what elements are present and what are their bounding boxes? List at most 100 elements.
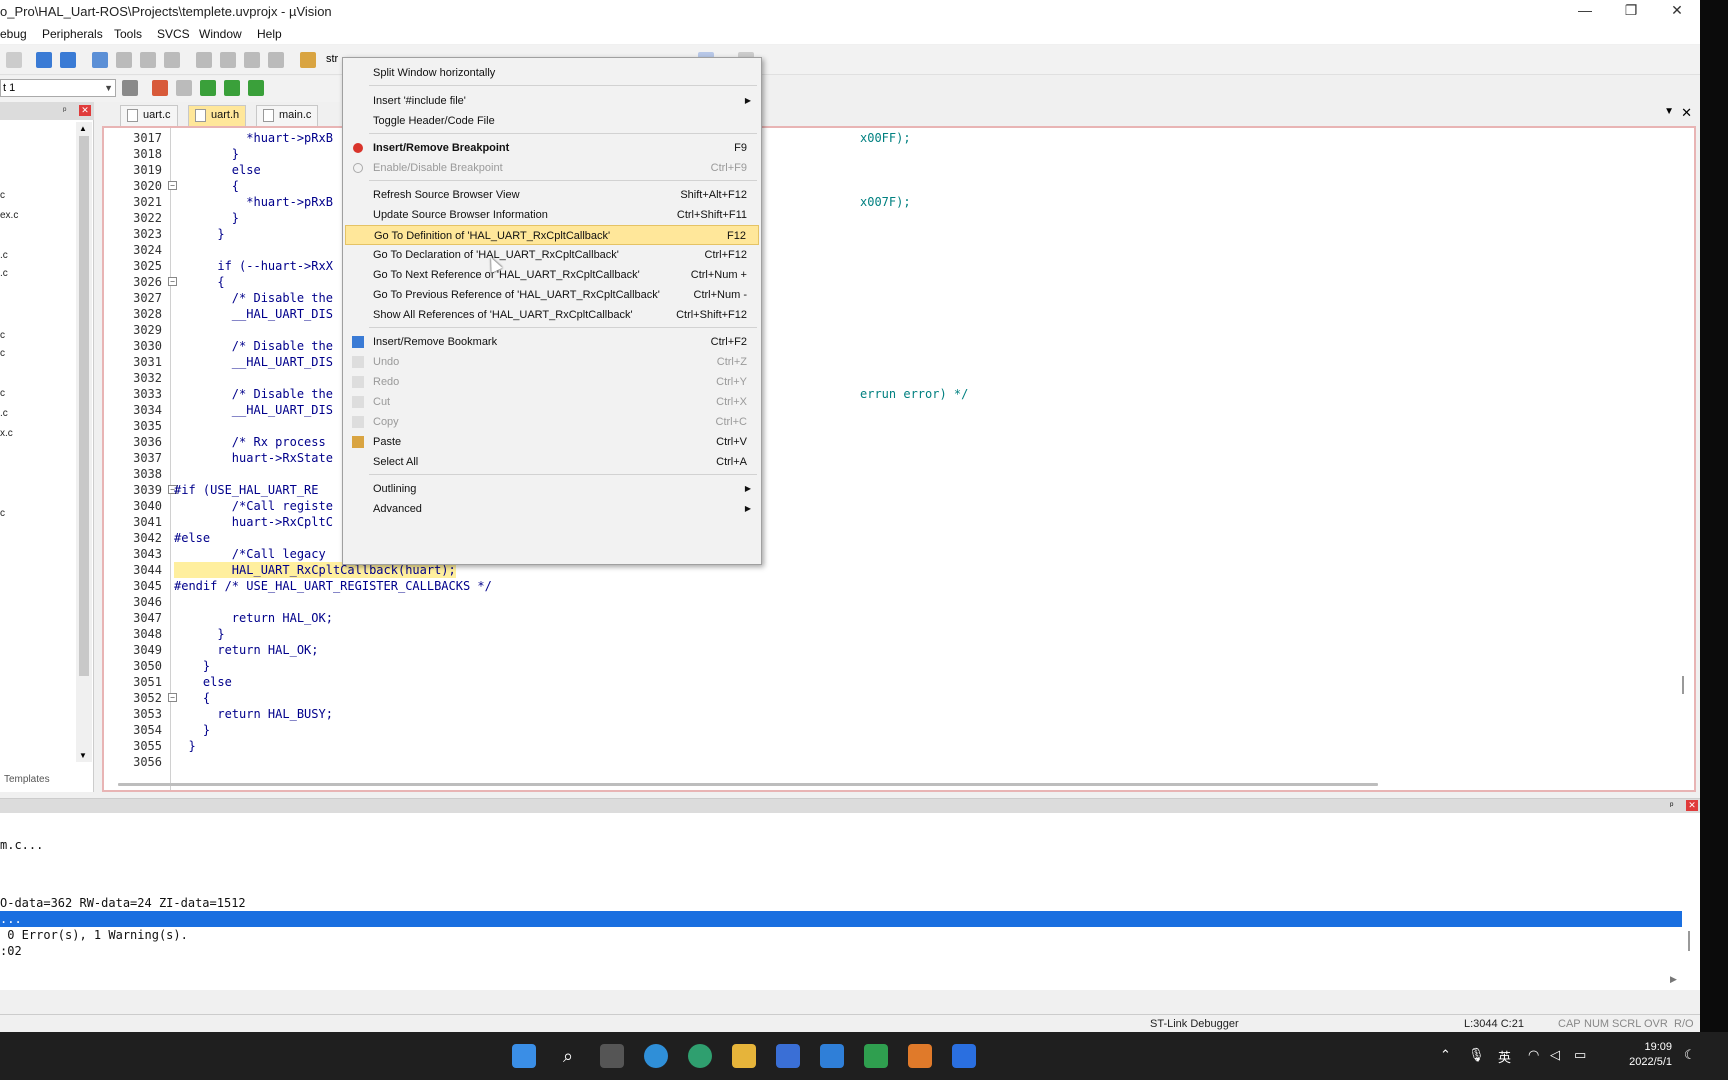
tab-main-c[interactable]: main.c xyxy=(256,105,319,126)
close-window-button[interactable]: ✕ xyxy=(1654,0,1700,22)
ime-indicator[interactable]: 英 xyxy=(1498,1047,1511,1066)
context-menu-item-go-to-next-reference-of-hal-uart-rxcpltcallback[interactable]: Go To Next Reference of 'HAL_UART_RxCplt… xyxy=(345,265,759,285)
stm32cubemx-icon[interactable] xyxy=(952,1044,976,1068)
code-line[interactable]: 3045 #endif /* USE_HAL_UART_REGISTER_CALL… xyxy=(104,578,1694,594)
menu-svcs[interactable]: SVCS xyxy=(157,27,190,41)
mail-icon[interactable] xyxy=(820,1044,844,1068)
tree-item[interactable]: c xyxy=(0,190,5,201)
code-line[interactable]: 3051 else xyxy=(104,674,1694,690)
file-extensions-icon[interactable] xyxy=(176,80,192,96)
editor-horizontal-scrollbar[interactable] xyxy=(118,783,1378,786)
menu-help[interactable]: Help xyxy=(257,27,282,41)
code-line[interactable]: 3055 } xyxy=(104,738,1694,754)
scroll-down-icon[interactable]: ▼ xyxy=(79,751,87,760)
prev-bookmark-icon[interactable] xyxy=(116,52,132,68)
editor-vertical-scrollbar[interactable] xyxy=(1682,676,1684,694)
menu-tools[interactable]: Tools xyxy=(114,27,142,41)
find-in-files-icon[interactable] xyxy=(300,52,316,68)
code-line[interactable]: 3046 xyxy=(104,594,1694,610)
edge-icon[interactable] xyxy=(644,1044,668,1068)
tree-item[interactable]: .c xyxy=(0,268,8,279)
context-menu-item-split-window-horizontally[interactable]: Split Window horizontally xyxy=(345,63,759,83)
code-line[interactable]: 3048 } xyxy=(104,626,1694,642)
context-menu-item-paste[interactable]: Paste Ctrl+V xyxy=(345,432,759,452)
context-menu-item-go-to-declaration-of-hal-uart-rxcpltcallback[interactable]: Go To Declaration of 'HAL_UART_RxCpltCal… xyxy=(345,245,759,265)
project-scrollbar[interactable]: ▲ ▼ xyxy=(76,122,92,762)
tree-item[interactable]: .c xyxy=(0,250,8,261)
tab-uart-c[interactable]: uart.c xyxy=(120,105,178,126)
context-menu-item-insert-remove-bookmark[interactable]: Insert/Remove Bookmark Ctrl+F2 xyxy=(345,332,759,352)
scroll-thumb[interactable] xyxy=(79,136,89,676)
context-menu-item-copy[interactable]: Copy Ctrl+C xyxy=(345,412,759,432)
tab-uart-h[interactable]: uart.h xyxy=(188,105,247,126)
tree-item[interactable]: ex.c xyxy=(0,210,18,221)
pin-icon[interactable]: ᵖ xyxy=(1670,800,1673,810)
microphone-icon[interactable]: 🎙 xyxy=(1468,1047,1485,1063)
battery-icon[interactable]: ▭ xyxy=(1574,1047,1586,1063)
start-icon[interactable] xyxy=(512,1044,536,1068)
scroll-up-icon[interactable]: ▲ xyxy=(79,124,87,133)
comment-icon[interactable] xyxy=(244,52,260,68)
context-menu-item-update-source-browser-information[interactable]: Update Source Browser Information Ctrl+Sh… xyxy=(345,205,759,225)
templates-tab[interactable]: Templates xyxy=(0,774,90,790)
code-line[interactable]: 3053 return HAL_BUSY; xyxy=(104,706,1694,722)
uncomment-icon[interactable] xyxy=(268,52,284,68)
code-line[interactable]: 3049 return HAL_OK; xyxy=(104,642,1694,658)
file-explorer-icon[interactable] xyxy=(732,1044,756,1068)
tree-item[interactable]: .c xyxy=(0,408,8,419)
redo-icon[interactable] xyxy=(6,52,22,68)
notifications-icon[interactable]: ☾ xyxy=(1684,1047,1696,1063)
task-view-icon[interactable] xyxy=(600,1044,624,1068)
code-line[interactable]: 3054 } xyxy=(104,722,1694,738)
close-tab-icon[interactable]: ✕ xyxy=(1681,105,1692,121)
browser-icon[interactable] xyxy=(688,1044,712,1068)
target-select[interactable]: t 1 ▼ xyxy=(0,79,116,97)
matlab-icon[interactable] xyxy=(908,1044,932,1068)
manage-components-icon[interactable] xyxy=(152,80,168,96)
context-menu-item-cut[interactable]: Cut Ctrl+X xyxy=(345,392,759,412)
keil-uvision-icon[interactable] xyxy=(864,1044,888,1068)
context-menu-item-go-to-definition-of-hal-uart-rxcpltcallback[interactable]: Go To Definition of 'HAL_UART_RxCpltCall… xyxy=(345,225,759,245)
tree-item[interactable]: c xyxy=(0,330,5,341)
minimize-button[interactable]: — xyxy=(1562,0,1608,22)
context-menu-item-go-to-previous-reference-of-hal-uart-rxcpltcallback[interactable]: Go To Previous Reference of 'HAL_UART_Rx… xyxy=(345,285,759,305)
context-menu-item-outlining[interactable]: Outlining ▶ xyxy=(345,479,759,499)
pin-icon[interactable]: ᵖ xyxy=(63,105,66,115)
output-line-selected[interactable]: ... xyxy=(0,911,1682,927)
find-combo-text[interactable]: str xyxy=(326,53,338,65)
restore-button[interactable]: ❐ xyxy=(1608,0,1654,22)
context-menu-item-refresh-source-browser-view[interactable]: Refresh Source Browser View Shift+Alt+F12 xyxy=(345,185,759,205)
scroll-right-icon[interactable]: ▶ xyxy=(1670,974,1677,985)
context-menu-item-insert-remove-breakpoint[interactable]: Insert/Remove Breakpoint F9 xyxy=(345,138,759,158)
code-line[interactable]: 3047 return HAL_OK; xyxy=(104,610,1694,626)
context-menu-item-undo[interactable]: Undo Ctrl+Z xyxy=(345,352,759,372)
context-menu-item-advanced[interactable]: Advanced ▶ xyxy=(345,499,759,519)
menu-peripherals[interactable]: Peripherals xyxy=(42,27,103,41)
code-line[interactable]: 3056 xyxy=(104,754,1694,770)
options-for-target-icon[interactable] xyxy=(122,80,138,96)
context-menu-item-insert-include-file[interactable]: Insert '#include file' ▶ xyxy=(345,91,759,111)
menu-window[interactable]: Window xyxy=(199,27,242,41)
context-menu-item-show-all-references-of-hal-uart-rxcpltcallback[interactable]: Show All References of 'HAL_UART_RxCpltC… xyxy=(345,305,759,325)
chevron-up-icon[interactable]: ⌃ xyxy=(1440,1047,1451,1063)
next-bookmark-icon[interactable] xyxy=(140,52,156,68)
volume-icon[interactable]: ◁ xyxy=(1550,1047,1560,1063)
pack-installer-icon[interactable] xyxy=(200,80,216,96)
close-icon[interactable]: ✕ xyxy=(1686,800,1698,811)
search-icon[interactable]: ⌕ xyxy=(556,1044,580,1068)
context-menu-item-redo[interactable]: Redo Ctrl+Y xyxy=(345,372,759,392)
tree-item[interactable]: x.c xyxy=(0,428,13,439)
close-icon[interactable]: ✕ xyxy=(79,105,91,116)
context-menu-item-toggle-header-code-file[interactable]: Toggle Header/Code File xyxy=(345,111,759,131)
nav-back-icon[interactable] xyxy=(36,52,52,68)
tree-item[interactable]: c xyxy=(0,508,5,519)
unindent-icon[interactable] xyxy=(220,52,236,68)
indent-icon[interactable] xyxy=(196,52,212,68)
tree-item[interactable]: c xyxy=(0,348,5,359)
output-vertical-scrollbar[interactable] xyxy=(1688,931,1690,951)
store-icon[interactable] xyxy=(776,1044,800,1068)
system-clock[interactable]: 19:09 2022/5/1 xyxy=(1612,1040,1672,1070)
nav-forward-icon[interactable] xyxy=(60,52,76,68)
wifi-icon[interactable]: ◠ xyxy=(1528,1047,1539,1063)
tab-list-chevron-icon[interactable]: ▼ xyxy=(1664,106,1674,117)
